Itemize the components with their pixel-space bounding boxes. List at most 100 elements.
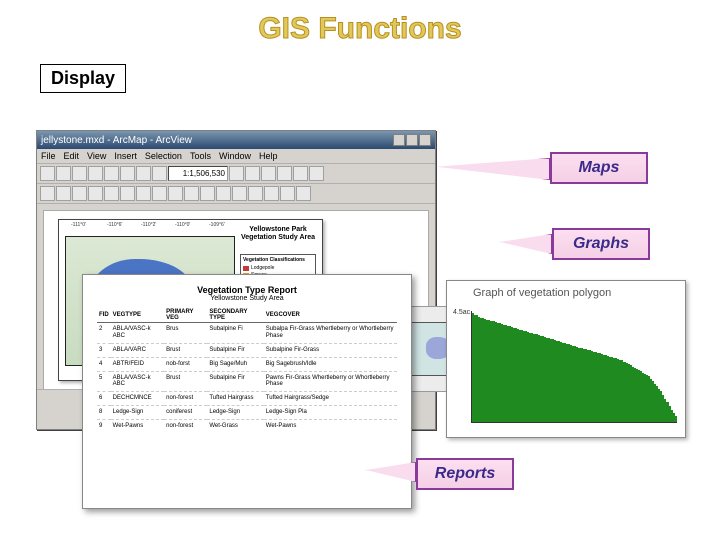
cell: Subalpine Fir-Grass: [264, 343, 397, 357]
tool-icon[interactable]: [248, 186, 263, 201]
scale-input[interactable]: 1:1,506,530: [168, 166, 228, 181]
menu-item[interactable]: Selection: [145, 151, 182, 161]
cell: Ledge-Sign: [111, 406, 164, 420]
tool-icon[interactable]: [277, 166, 292, 181]
tool-icon[interactable]: [200, 186, 215, 201]
tool-icon[interactable]: [56, 166, 71, 181]
report-title: Vegetation Type Report: [97, 285, 397, 295]
callout-pointer: [436, 158, 550, 180]
cell: Big Sagebrush/Idle: [264, 357, 397, 371]
arcmap-titlebar: jellystone.mxd - ArcMap - ArcView: [37, 131, 435, 149]
menu-item[interactable]: Window: [219, 151, 251, 161]
menu-item[interactable]: Edit: [64, 151, 80, 161]
menu-item[interactable]: Tools: [190, 151, 211, 161]
cell: ABTR/FEID: [111, 357, 164, 371]
tool-icon[interactable]: [280, 186, 295, 201]
arcmap-toolbar-2: [37, 184, 435, 204]
column-header: PRIMARY VEG: [164, 308, 207, 323]
arcmap-toolbar-1: 1:1,506,530: [37, 164, 435, 184]
tool-icon[interactable]: [104, 186, 119, 201]
graph-title: Graph of vegetation polygon: [447, 281, 685, 301]
tool-icon[interactable]: [88, 166, 103, 181]
arcmap-menubar: File Edit View Insert Selection Tools Wi…: [37, 149, 435, 164]
menu-item[interactable]: File: [41, 151, 56, 161]
bar: [675, 416, 677, 422]
tool-icon[interactable]: [136, 166, 151, 181]
tool-icon[interactable]: [40, 166, 55, 181]
tool-icon[interactable]: [232, 186, 247, 201]
cell: 5: [97, 371, 111, 392]
cell: Wet-Pawns: [111, 420, 164, 433]
tool-icon[interactable]: [309, 166, 324, 181]
grid-label: -110°2': [141, 222, 156, 228]
legend-title: Vegetation Classifications: [243, 257, 313, 263]
cell: 6: [97, 392, 111, 406]
cell: non-forest: [164, 392, 207, 406]
menu-item[interactable]: Insert: [114, 151, 137, 161]
cell: non-forest: [164, 420, 207, 433]
tool-icon[interactable]: [136, 186, 151, 201]
tool-icon[interactable]: [104, 166, 119, 181]
display-label: Display: [40, 64, 126, 93]
cell: Wet-Pawns: [264, 420, 397, 433]
column-header: VEGCOVER: [264, 308, 397, 323]
callout-reports: Reports: [416, 458, 514, 490]
cell: Ledge-Sign Pla: [264, 406, 397, 420]
grid-label: -110°0': [175, 222, 190, 228]
tool-icon[interactable]: [120, 166, 135, 181]
close-button[interactable]: [419, 134, 431, 146]
cell: 3: [97, 343, 111, 357]
tool-icon[interactable]: [72, 166, 87, 181]
legend-row: Lodgepole: [243, 265, 313, 271]
table-row: 9Wet-Pawnsnon-forestWet-GrassWet-Pawns: [97, 420, 397, 433]
tool-icon[interactable]: [56, 186, 71, 201]
tool-icon[interactable]: [216, 186, 231, 201]
report-panel: Vegetation Type Report Yellowstone Study…: [82, 274, 412, 509]
cell: ABLA/VASC-k ABC: [111, 371, 164, 392]
table-row: 4ABTR/FEIDnob-forstBig Sage/MuhBig Sageb…: [97, 357, 397, 371]
legend-swatch: [243, 266, 249, 271]
menu-item[interactable]: View: [87, 151, 106, 161]
tool-icon[interactable]: [184, 186, 199, 201]
table-row: 5ABLA/VASC-k ABCBrustSubalpine FirPawns …: [97, 371, 397, 392]
cell: Brus: [164, 323, 207, 344]
tool-icon[interactable]: [245, 166, 260, 181]
cell: coniferest: [164, 406, 207, 420]
callout-maps: Maps: [550, 152, 648, 184]
cell: 2: [97, 323, 111, 344]
tool-icon[interactable]: [72, 186, 87, 201]
cell: nob-forst: [164, 357, 207, 371]
tool-icon[interactable]: [264, 186, 279, 201]
y-tick-label: 4.5ac: [453, 309, 470, 316]
tool-icon[interactable]: [40, 186, 55, 201]
tool-icon[interactable]: [88, 186, 103, 201]
tool-icon[interactable]: [120, 186, 135, 201]
tool-icon[interactable]: [296, 186, 311, 201]
grid-label: -109°6': [209, 222, 225, 228]
minimize-button[interactable]: [393, 134, 405, 146]
tool-icon[interactable]: [293, 166, 308, 181]
cell: Subalpine Fir: [207, 371, 263, 392]
tool-icon[interactable]: [229, 166, 244, 181]
cell: Big Sage/Muh: [207, 357, 263, 371]
cell: 8: [97, 406, 111, 420]
tool-icon[interactable]: [152, 166, 167, 181]
tool-icon[interactable]: [261, 166, 276, 181]
table-row: 3ABLA/VARCBrustSubalpine FirSubalpine Fi…: [97, 343, 397, 357]
column-header: VEGTYPE: [111, 308, 164, 323]
cell: Ledge-Sign: [207, 406, 263, 420]
tool-icon[interactable]: [168, 186, 183, 201]
cell: ABLA/VASC-k ABC: [111, 323, 164, 344]
column-header: FID: [97, 308, 111, 323]
cell: Brust: [164, 343, 207, 357]
maximize-button[interactable]: [406, 134, 418, 146]
report-subtitle: Yellowstone Study Area: [97, 295, 397, 302]
cell: Subalpine Fir: [207, 343, 263, 357]
cell: ABLA/VARC: [111, 343, 164, 357]
cell: Tufted Hairgrass: [207, 392, 263, 406]
cell: Subalpa Fir-Grass Whertleberry or Whortl…: [264, 323, 397, 344]
menu-item[interactable]: Help: [259, 151, 278, 161]
cell: Subalpine Fi: [207, 323, 263, 344]
illustration-stage: jellystone.mxd - ArcMap - ArcView File E…: [36, 130, 686, 510]
tool-icon[interactable]: [152, 186, 167, 201]
